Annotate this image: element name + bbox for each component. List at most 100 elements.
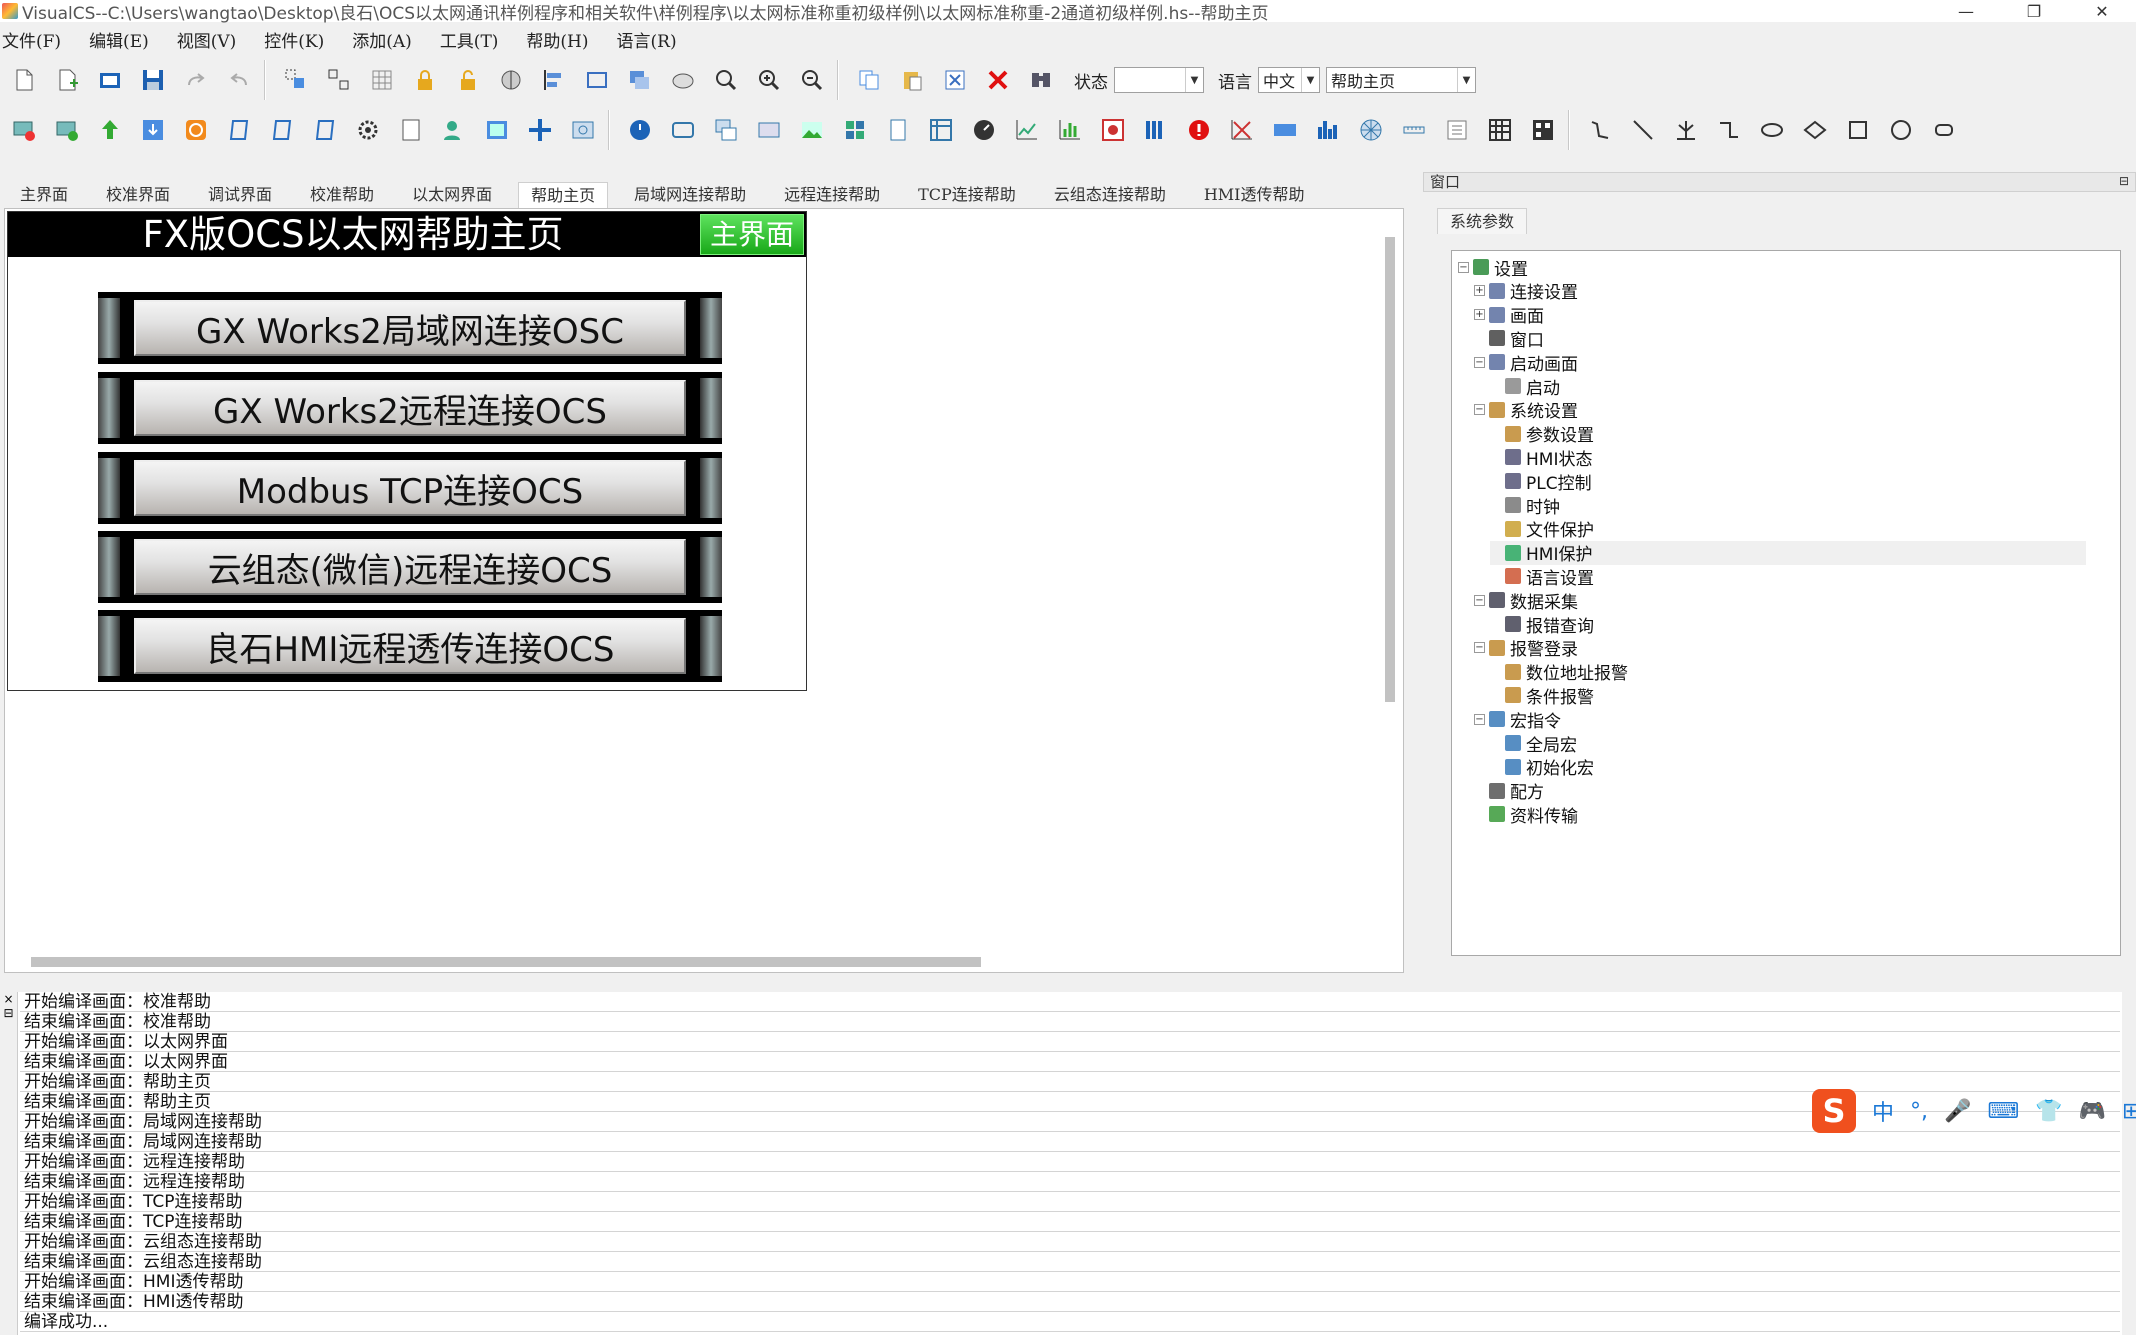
new-file-icon[interactable] [5, 61, 43, 99]
screen-select[interactable]: 帮助主页 ▼ [1326, 67, 1476, 93]
tree-item[interactable]: 初始化宏 [1490, 755, 1594, 779]
design-canvas[interactable]: FX版OCS以太网帮助主页 主界面 GX Works2局域网连接OSC GX W… [4, 208, 1404, 973]
new-screen-icon[interactable] [48, 61, 86, 99]
copy-icon[interactable] [850, 61, 888, 99]
main-screen-button[interactable]: 主界面 [700, 214, 804, 255]
close-button[interactable]: ✕ [2068, 0, 2136, 22]
polygon-icon[interactable] [1796, 111, 1834, 149]
screen-add-icon[interactable] [48, 111, 86, 149]
tree-expander-icon[interactable]: − [1474, 642, 1485, 654]
tab-debug[interactable]: 调试界面 [196, 182, 284, 208]
scrollbar-thumb[interactable] [1385, 237, 1395, 702]
layer-icon[interactable] [621, 61, 659, 99]
canvas-horizontal-scrollbar[interactable] [31, 955, 981, 967]
tree-item[interactable]: 报错查询 [1490, 612, 1594, 637]
qr-code-icon[interactable] [1524, 111, 1562, 149]
image-icon[interactable] [793, 111, 831, 149]
tree-item[interactable]: + 画面 [1474, 303, 1544, 327]
menu-help[interactable]: 帮助(H) [526, 27, 600, 52]
ime-chinese-mode[interactable]: 中 [1872, 1095, 1894, 1127]
tree-item[interactable]: 条件报警 [1490, 683, 1594, 708]
move-icon[interactable] [521, 111, 559, 149]
tab-ethernet[interactable]: 以太网界面 [400, 182, 504, 208]
minimize-button[interactable]: — [1932, 0, 2000, 22]
flip-icon[interactable] [492, 61, 530, 99]
redo-icon[interactable] [177, 61, 215, 99]
tab-main[interactable]: 主界面 [8, 182, 80, 208]
sogou-logo-icon[interactable]: S [1812, 1089, 1856, 1133]
tree-item[interactable]: HMI状态 [1490, 445, 1592, 470]
keyboard-icon[interactable]: ⌨ [1987, 1099, 2019, 1124]
xy-chart-icon[interactable] [1051, 111, 1089, 149]
histogram-icon[interactable] [1309, 111, 1347, 149]
table-icon[interactable] [922, 111, 960, 149]
game-icon[interactable]: 🎮 [2079, 1099, 2106, 1124]
tab-calibration-help[interactable]: 校准帮助 [298, 182, 386, 208]
tree-item[interactable]: + 连接设置 [1474, 279, 1578, 303]
pin-icon[interactable]: ⊟ [2119, 174, 2129, 188]
pin-icon[interactable]: ⊟ [0, 1006, 17, 1020]
zoom-in-icon[interactable] [750, 61, 788, 99]
document-icon[interactable] [392, 111, 430, 149]
tree-item[interactable]: 配方 [1474, 779, 1544, 803]
canvas-vertical-scrollbar[interactable] [1383, 237, 1397, 967]
output-scrollbar[interactable] [2122, 992, 2136, 1335]
tab-help-home[interactable]: 帮助主页 [518, 182, 609, 208]
tab-remote-help[interactable]: 远程连接帮助 [772, 182, 892, 208]
cut-icon[interactable] [936, 61, 974, 99]
rounded-rect-icon[interactable] [1925, 111, 1963, 149]
scatter-icon[interactable] [1223, 111, 1261, 149]
tree-expander-icon[interactable]: − [1474, 713, 1485, 725]
tree-expander-icon[interactable]: − [1474, 594, 1485, 606]
tab-cloud-help[interactable]: 云组态连接帮助 [1042, 182, 1178, 208]
menu-edit[interactable]: 编辑(E) [89, 27, 161, 52]
tree-item[interactable]: 参数设置 [1490, 422, 1594, 446]
polyline-icon[interactable] [1581, 111, 1619, 149]
zoom-icon[interactable] [707, 61, 745, 99]
trend-chart-icon[interactable] [1008, 111, 1046, 149]
skin-icon[interactable]: 👕 [2035, 1099, 2062, 1124]
ellipse-icon[interactable] [1753, 111, 1791, 149]
pie-chart-icon[interactable] [1352, 111, 1390, 149]
remote-connect-button[interactable]: GX Works2远程连接OCS [98, 372, 722, 444]
hmi-screen[interactable]: FX版OCS以太网帮助主页 主界面 GX Works2局域网连接OSC GX W… [7, 211, 807, 691]
ime-punctuation-icon[interactable]: °, [1910, 1099, 1928, 1124]
scale-icon[interactable] [1395, 111, 1433, 149]
tree-expander-icon[interactable]: + [1474, 285, 1485, 297]
tab-calibration[interactable]: 校准界面 [94, 182, 182, 208]
tree-item[interactable]: − 数据采集 [1474, 588, 1578, 613]
menu-controls[interactable]: 控件(K) [264, 27, 336, 52]
delete-icon[interactable] [979, 61, 1017, 99]
align-icon[interactable] [535, 61, 573, 99]
dimension-icon[interactable] [1667, 111, 1705, 149]
paste-icon[interactable] [893, 61, 931, 99]
group-icon[interactable] [277, 61, 315, 99]
find-icon[interactable] [1022, 61, 1060, 99]
refresh-icon[interactable] [177, 111, 215, 149]
restore-button[interactable]: ❐ [2000, 0, 2068, 22]
cloud-wechat-button[interactable]: 云组态(微信)远程连接OCS [98, 531, 722, 603]
grid-icon[interactable] [363, 61, 401, 99]
tree-item[interactable]: HMI保护 [1490, 540, 2086, 565]
macro-i-icon[interactable] [306, 111, 344, 149]
line-icon[interactable] [1624, 111, 1662, 149]
tab-system-params[interactable]: 系统参数 [1437, 208, 1528, 234]
tree-item[interactable]: 时钟 [1490, 493, 1560, 518]
menu-tools[interactable]: 工具(T) [440, 27, 511, 52]
microphone-icon[interactable]: 🎤 [1944, 1099, 1971, 1124]
connector-icon[interactable] [1710, 111, 1748, 149]
tree-item[interactable]: 数位地址报警 [1490, 660, 1628, 684]
keyboard-icon[interactable] [1266, 111, 1304, 149]
user-icon[interactable] [435, 111, 473, 149]
hmi-passthrough-button[interactable]: 良石HMI远程透传连接OCS [98, 610, 722, 682]
lan-connect-button[interactable]: GX Works2局域网连接OSC [98, 292, 722, 364]
tree-item[interactable]: − 宏指令 [1474, 707, 1561, 732]
menu-add[interactable]: 添加(A) [352, 27, 424, 52]
tree-expander-icon[interactable]: + [1474, 309, 1485, 321]
tree-expander-icon[interactable]: − [1458, 261, 1469, 273]
tree-item[interactable]: 全局宏 [1490, 731, 1577, 756]
scrollbar-thumb[interactable] [31, 957, 981, 967]
text-box-icon[interactable] [1438, 111, 1476, 149]
settings-gear-icon[interactable] [349, 111, 387, 149]
open-file-icon[interactable] [91, 61, 129, 99]
